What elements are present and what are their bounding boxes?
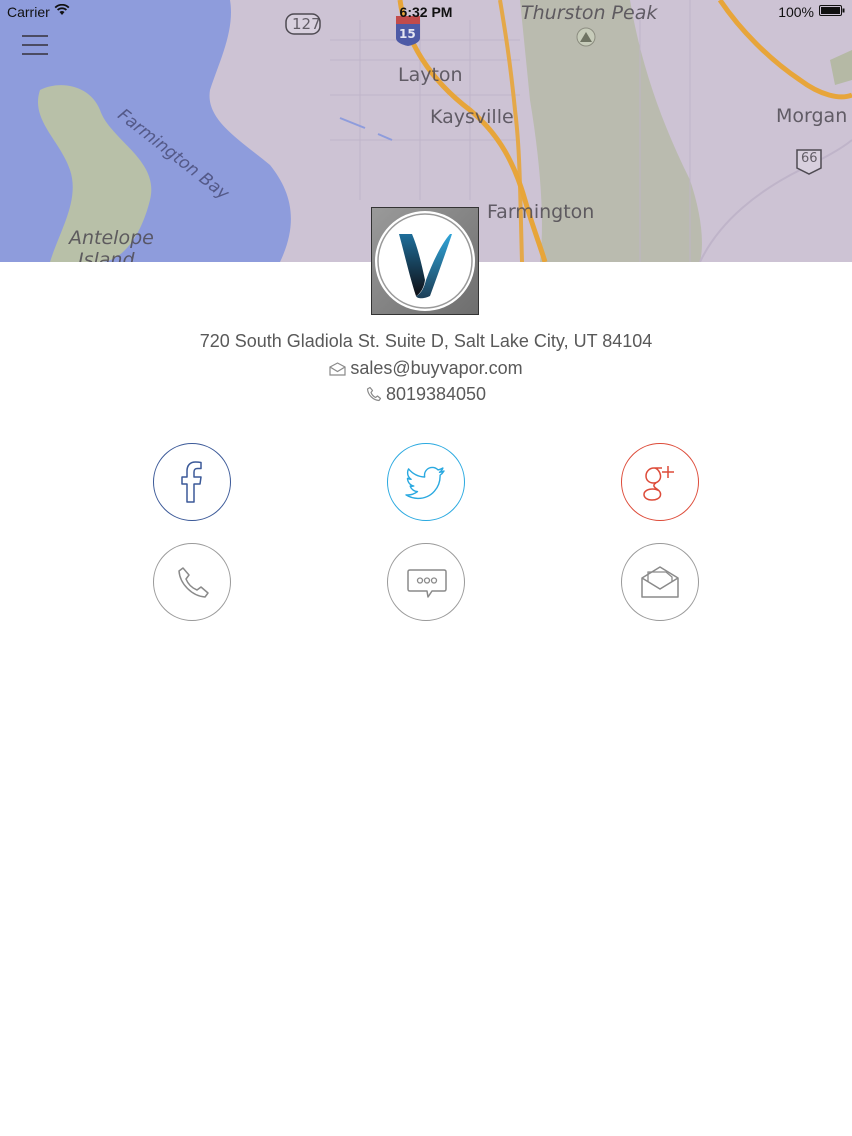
google-plus-button[interactable] [621,443,699,521]
status-bar: Carrier 6:32 PM 100% [0,0,852,24]
battery-percent: 100% [778,4,814,20]
twitter-button[interactable] [387,443,465,521]
email-text[interactable]: sales@buyvapor.com [350,358,522,378]
email-line[interactable]: sales@buyvapor.com [0,358,852,379]
message-button[interactable] [387,543,465,621]
map-label-route-66: 66 [801,151,818,166]
phone-text[interactable]: 8019384050 [386,384,486,404]
phone-small-icon [366,386,382,402]
map-label-island: Island [78,249,135,262]
facebook-icon [181,461,202,503]
twitter-icon [405,466,445,500]
chat-bubble-icon [407,569,447,598]
call-button[interactable] [153,543,231,621]
menu-line [22,53,48,55]
map-label-antelope: Antelope [69,227,154,249]
map-label-route-15: 15 [399,27,416,41]
battery-icon [819,5,845,16]
vapor-logo [371,207,479,315]
menu-line [22,44,48,46]
phone-line[interactable]: 8019384050 [0,384,852,405]
map-label-kaysville: Kaysville [430,106,514,128]
hamburger-menu-icon[interactable] [22,35,48,57]
clock-label: 6:32 PM [399,4,453,20]
envelope-icon [641,566,679,598]
google-plus-icon [643,466,674,501]
email-button[interactable] [621,543,699,621]
map-label-morgan: Morgan [776,105,848,127]
address-text: 720 South Gladiola St. Suite D, Salt Lak… [199,331,653,351]
phone-icon [178,567,209,598]
menu-line [22,35,48,37]
facebook-button[interactable] [153,443,231,521]
vapor-logo-icon [372,208,478,314]
envelope-small-icon [329,362,346,376]
map-label-layton: Layton [398,64,463,86]
map-label-farmington: Farmington [487,201,595,223]
